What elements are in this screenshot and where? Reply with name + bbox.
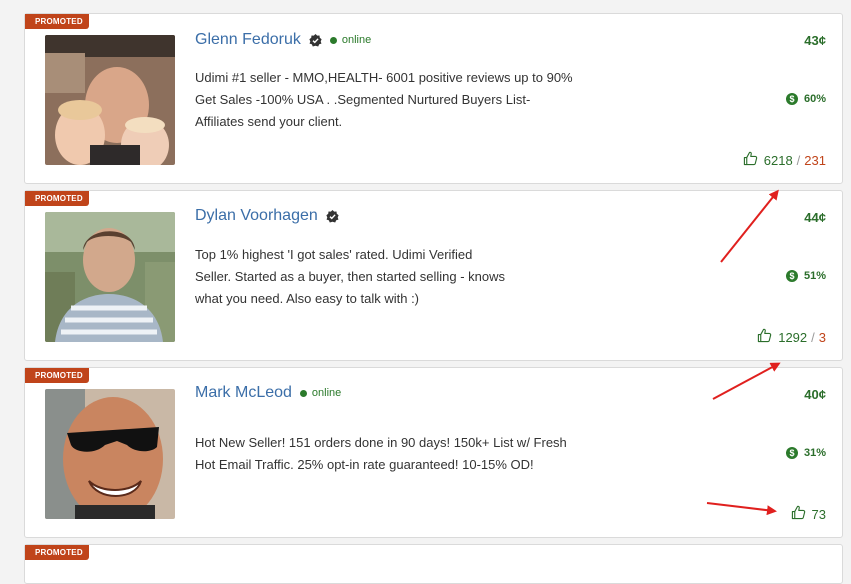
promoted-badge: PROMOTED: [25, 368, 89, 383]
seller-name[interactable]: Mark McLeod: [195, 384, 292, 402]
dollar-coin-icon: $: [785, 447, 798, 459]
online-status: online: [329, 34, 372, 46]
online-dot-icon: [299, 389, 307, 397]
price: 44¢: [804, 210, 826, 225]
avatar[interactable]: [45, 212, 175, 342]
negative-count: 3: [818, 329, 826, 345]
seller-card[interactable]: PROMOTED Dylan Voorhagen Top 1% highest …: [24, 190, 843, 361]
thumbs-up-icon: [743, 151, 758, 169]
online-label: online: [311, 387, 342, 399]
seller-card[interactable]: PROMOTED: [24, 544, 843, 584]
online-status: online: [299, 387, 342, 399]
promoted-badge: PROMOTED: [25, 14, 89, 29]
description-line: Get Sales -100% USA . .Segmented Nurture…: [195, 92, 531, 107]
seller-card[interactable]: PROMOTED Glenn Fedoruk online Udimi #1 s…: [24, 13, 843, 184]
sales-rate: $ 60%: [785, 93, 826, 105]
price: 40¢: [804, 387, 826, 402]
description-line: Top 1% highest 'I got sales' rated. Udim…: [195, 247, 473, 262]
positive-count: 6218: [763, 152, 793, 168]
verified-badge-icon: [326, 209, 339, 223]
avatar[interactable]: [45, 389, 175, 519]
price: 43¢: [804, 33, 826, 48]
promoted-badge: PROMOTED: [25, 545, 89, 560]
seller-name[interactable]: Glenn Fedoruk: [195, 31, 301, 49]
online-dot-icon: [329, 36, 337, 44]
dollar-coin-icon: $: [785, 93, 798, 105]
description-line: Hot New Seller! 151 orders done in 90 da…: [195, 435, 567, 450]
seller-name[interactable]: Dylan Voorhagen: [195, 207, 318, 225]
description-line: Seller. Started as a buyer, then started…: [195, 269, 506, 284]
description-line: what you need. Also easy to talk with :): [195, 291, 420, 306]
dollar-coin-icon: $: [785, 270, 798, 282]
seller-description: Hot New Seller! 151 orders done in 90 da…: [195, 432, 615, 476]
description-line: Hot Email Traffic. 25% opt-in rate guara…: [195, 457, 534, 472]
reviews[interactable]: 1292 / 3: [757, 328, 826, 346]
negative-count: 231: [804, 152, 826, 168]
description-line: Affiliates send your client.: [195, 114, 343, 129]
sales-rate: $ 31%: [785, 447, 826, 459]
promoted-badge: PROMOTED: [25, 191, 89, 206]
review-separator: /: [796, 152, 801, 168]
thumbs-up-icon: [757, 328, 772, 346]
verified-badge-icon: [309, 33, 322, 47]
sales-percent: 51%: [803, 270, 826, 282]
seller-description: Top 1% highest 'I got sales' rated. Udim…: [195, 244, 615, 310]
positive-count: 1292: [778, 329, 808, 345]
sales-percent: 31%: [803, 447, 826, 459]
seller-card[interactable]: PROMOTED Mark McLeod online Hot New Sell…: [24, 367, 843, 538]
sales-percent: 60%: [803, 93, 826, 105]
online-label: online: [341, 34, 372, 46]
positive-count: 73: [811, 506, 826, 522]
thumbs-up-icon: [791, 505, 806, 523]
reviews[interactable]: 73: [791, 505, 826, 523]
seller-description: Udimi #1 seller - MMO,HEALTH- 6001 posit…: [195, 67, 615, 133]
description-line: Udimi #1 seller - MMO,HEALTH- 6001 posit…: [195, 70, 573, 85]
sales-rate: $ 51%: [785, 270, 826, 282]
reviews[interactable]: 6218 / 231: [743, 151, 826, 169]
avatar[interactable]: [45, 35, 175, 165]
review-separator: /: [811, 329, 815, 345]
